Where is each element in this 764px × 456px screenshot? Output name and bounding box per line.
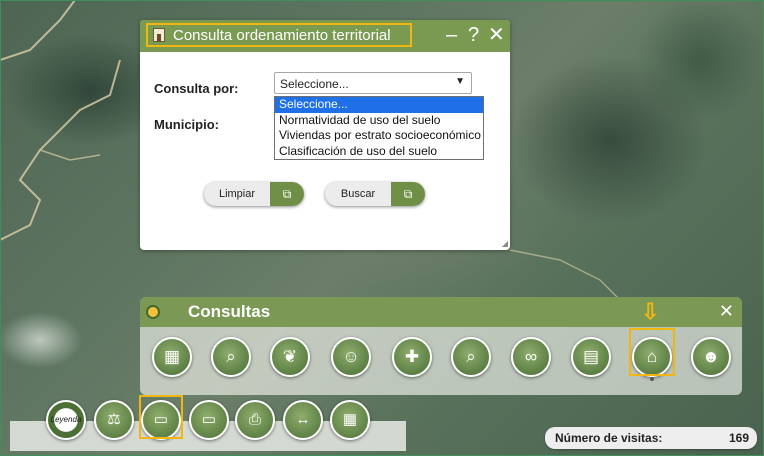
logo-icon [146,305,160,319]
visits-label: Número de visitas: [555,431,663,445]
dialog-header[interactable]: Consulta ordenamiento territorial – ? ✕ [140,20,510,52]
buscar-button[interactable]: Buscar ⧉ [325,182,425,206]
theater-masks-icon[interactable]: ☺ [331,337,371,377]
magnifier-icon[interactable]: ⌕ [211,337,251,377]
select-value: Seleccione... [280,77,349,91]
binoculars-icon[interactable]: ∞ [511,337,551,377]
panel-close-button[interactable]: ✕ [719,301,734,322]
option-clasificacion[interactable]: Clasificación de uso del suelo [275,144,483,160]
map-grid-icon[interactable]: ▦ [330,400,370,440]
people-icon[interactable]: ☻ [691,337,731,377]
legend-icon[interactable]: Leyenda [46,400,86,440]
buscar-label: Buscar [340,188,376,200]
option-viviendas[interactable]: Viviendas por estrato socioeconómico [275,128,483,144]
doctor-icon[interactable]: ✚ [392,337,432,377]
consulta-label: Consulta por: [154,81,239,96]
visit-counter: Número de visitas: 169 [545,427,757,449]
minimize-button[interactable]: – [446,23,457,47]
window-icon: ⧉ [391,182,425,206]
toolbar-highlight [139,395,183,439]
folder-icon[interactable]: ▭ [189,400,229,440]
resize-handle-icon[interactable]: ◢ [502,239,508,248]
limpiar-button[interactable]: Limpiar ⧉ [204,182,304,206]
scale-icon[interactable]: ⚖ [94,400,134,440]
territory-document-icon [153,28,165,42]
consulta-options-list: Seleccione... Normatividad de uso del su… [274,96,484,160]
help-button[interactable]: ? [468,23,479,47]
print-icon[interactable]: ⎙ [235,400,275,440]
municipio-label: Municipio: [154,117,219,132]
tool-highlight [629,328,675,376]
panel-title: Consultas [188,302,271,321]
consulta-dialog: Consulta ordenamiento territorial – ? ✕ … [140,20,510,250]
map-search-icon[interactable]: ▦ [152,337,192,377]
arrow-down-icon: ⇩ [641,299,660,324]
consulta-select[interactable]: Seleccione... ▼ [274,72,472,94]
zoom-tool-icon[interactable]: ⌕ [451,337,491,377]
limpiar-label: Limpiar [218,188,256,200]
dialog-title-highlight: Consulta ordenamiento territorial [146,23,412,47]
close-button[interactable]: ✕ [488,23,505,47]
building-icon[interactable]: ▤ [571,337,611,377]
dialog-title: Consulta ordenamiento territorial [173,26,391,44]
visits-count: 169 [728,431,749,445]
active-indicator [650,377,654,381]
option-seleccione[interactable]: Seleccione... [275,97,483,113]
consultas-panel: Consultas ✕ ⇩ ▦ ⌕ ❦ ☺ ✚ ⌕ ∞ ▤ ⌂ ☻ [140,297,742,395]
parrot-icon[interactable]: ❦ [270,337,310,377]
option-normatividad[interactable]: Normatividad de uso del suelo [275,113,483,129]
chevron-down-icon: ▼ [455,76,465,87]
measure-icon[interactable]: ↔ [283,400,323,440]
window-icon: ⧉ [270,182,304,206]
